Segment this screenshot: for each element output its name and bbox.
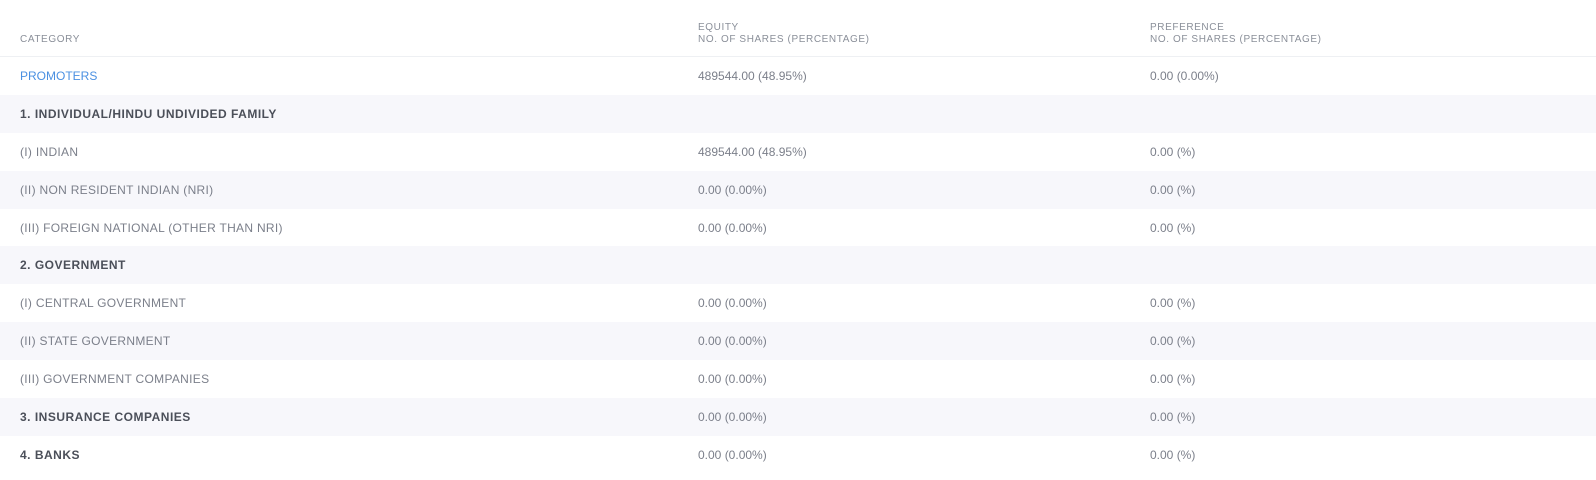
category-cell: (iii) FOREIGN NATIONAL (OTHER THAN NRI): [20, 220, 283, 235]
category-cell: 4. BANKS: [20, 447, 81, 462]
equity-cell: 489544.00 (48.95%): [698, 68, 807, 83]
category-cell: (iii) GOVERNMENT COMPANIES: [20, 372, 210, 387]
table-row: (iii) FOREIGN NATIONAL (OTHER THAN NRI) 0…: [0, 209, 1596, 247]
equity-cell: 0.00 (0.00%): [698, 372, 767, 387]
category-cell: 3. INSURANCE COMPANIES: [20, 409, 191, 424]
preference-cell: 0.00 (%): [1150, 409, 1196, 424]
header-equity: EQUITY NO. OF SHARES (PERCENTAGE): [678, 22, 1130, 56]
table-row: (i) INDIAN 489544.00 (48.95%) 0.00 (%): [0, 133, 1596, 171]
equity-cell: 0.00 (0.00%): [698, 182, 767, 197]
preference-cell: 0.00 (%): [1150, 182, 1196, 197]
category-cell: (i) CENTRAL GOVERNMENT: [20, 296, 187, 311]
table-row: 3. INSURANCE COMPANIES 0.00 (0.00%) 0.00 (…: [0, 398, 1596, 436]
preference-cell: 0.00 (%): [1150, 220, 1196, 235]
preference-cell: 0.00 (%): [1150, 447, 1196, 462]
category-cell: 1. INDIVIDUAL/HINDU UNDIVIDED FAMILY: [20, 106, 277, 121]
equity-cell: 0.00 (0.00%): [698, 220, 767, 235]
table-body: PROMOTERS 489544.00 (48.95%) 0.00 (0.00%) 1…: [0, 57, 1596, 474]
table-header: CATEGORY EQUITY NO. OF SHARES (PERCENTAG…: [0, 0, 1596, 57]
shareholding-table: CATEGORY EQUITY NO. OF SHARES (PERCENTAG…: [0, 0, 1596, 480]
table-row: (ii) STATE GOVERNMENT 0.00 (0.00%) 0.00 (%…: [0, 322, 1596, 361]
promoters-link[interactable]: PROMOTERS: [0, 69, 678, 83]
equity-cell: 489544.00 (48.95%): [698, 144, 807, 159]
header-preference-subtitle: NO. OF SHARES (PERCENTAGE): [1150, 34, 1322, 45]
preference-cell: 0.00 (%): [1150, 144, 1196, 159]
equity-cell: 0.00 (0.00%): [698, 296, 767, 311]
table-row: 2. GOVERNMENT: [0, 246, 1596, 285]
table-row: (ii) NON RESIDENT INDIAN (NRI) 0.00 (0.00…: [0, 170, 1596, 209]
header-category-label: CATEGORY: [20, 34, 80, 45]
header-equity-subtitle: NO. OF SHARES (PERCENTAGE): [698, 34, 870, 45]
table-row: (iii) GOVERNMENT COMPANIES 0.00 (0.00%) 0.…: [0, 360, 1596, 398]
header-preference-title: PREFERENCE: [1150, 22, 1225, 33]
preference-cell: 0.00 (%): [1150, 334, 1196, 349]
equity-cell: 0.00 (0.00%): [698, 447, 767, 462]
header-category: CATEGORY: [0, 34, 678, 56]
header-equity-title: EQUITY: [698, 22, 739, 33]
preference-cell: 0.00 (0.00%): [1150, 68, 1219, 83]
equity-cell: 0.00 (0.00%): [698, 409, 767, 424]
preference-cell: 0.00 (%): [1150, 296, 1196, 311]
category-cell: 2. GOVERNMENT: [20, 258, 126, 273]
header-preference: PREFERENCE NO. OF SHARES (PERCENTAGE): [1130, 22, 1596, 56]
category-cell: (i) INDIAN: [20, 144, 79, 159]
table-row: (i) CENTRAL GOVERNMENT 0.00 (0.00%) 0.00 (…: [0, 284, 1596, 322]
category-cell: (ii) STATE GOVERNMENT: [20, 334, 171, 349]
preference-cell: 0.00 (%): [1150, 372, 1196, 387]
table-row: 4. BANKS 0.00 (0.00%) 0.00 (%): [0, 436, 1596, 474]
table-row: 1. INDIVIDUAL/HINDU UNDIVIDED FAMILY: [0, 94, 1596, 133]
equity-cell: 0.00 (0.00%): [698, 334, 767, 349]
category-cell: (ii) NON RESIDENT INDIAN (NRI): [20, 182, 214, 197]
table-row: PROMOTERS 489544.00 (48.95%) 0.00 (0.00%): [0, 57, 1596, 95]
